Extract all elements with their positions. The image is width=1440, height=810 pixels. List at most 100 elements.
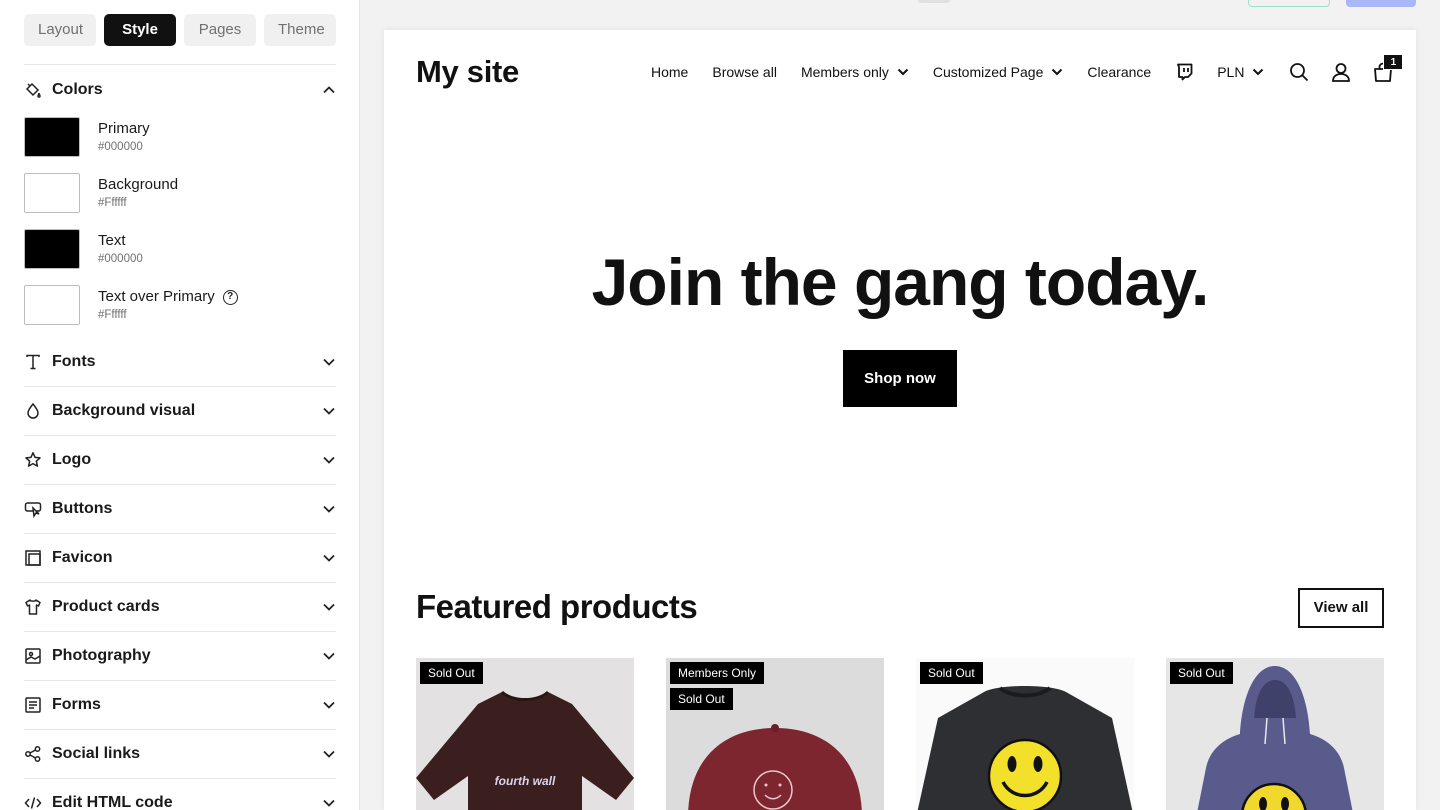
color-name: Background <box>98 176 179 193</box>
chevron-up-icon[interactable] <box>322 83 336 97</box>
nav-customized-page[interactable]: Customized Page <box>933 64 1064 80</box>
primary-action-button[interactable] <box>1346 0 1416 7</box>
members-only-badge: Members Only <box>670 662 765 684</box>
product-cards-section-header[interactable]: Product cards <box>24 583 336 631</box>
currency-selector[interactable]: PLN <box>1217 64 1264 80</box>
color-name: Primary <box>98 120 150 137</box>
star-icon <box>24 451 42 469</box>
section-label: Logo <box>52 451 92 468</box>
forms-section-header[interactable]: Forms <box>24 681 336 729</box>
site-preview: My site Home Browse all Members only Cus… <box>384 30 1416 810</box>
search-icon[interactable] <box>1288 61 1310 83</box>
color-hex: #000000 <box>98 253 143 265</box>
code-icon <box>24 794 42 810</box>
type-icon <box>24 353 42 371</box>
favicon-icon <box>24 549 42 567</box>
background-visual-section-header[interactable]: Background visual <box>24 387 336 435</box>
nav-label: Customized Page <box>932 64 1044 80</box>
product-card[interactable]: Members Only Sold Out <box>666 658 884 810</box>
product-card[interactable]: Sold Out <box>916 658 1134 810</box>
twitch-icon[interactable] <box>1175 61 1193 83</box>
chevron-down-icon[interactable] <box>322 698 336 712</box>
chevron-down-icon[interactable] <box>322 404 336 418</box>
site-nav: Home Browse all Members only Customized … <box>651 54 1414 86</box>
sold-out-badge: Sold Out <box>420 662 483 684</box>
divider <box>24 64 336 65</box>
chevron-down-icon <box>1253 68 1264 76</box>
tab-layout[interactable]: Layout <box>24 14 96 46</box>
section-label: Photography <box>52 647 151 664</box>
secondary-action-button[interactable] <box>1248 0 1330 7</box>
style-sidebar: Layout Style Pages Theme Colors Primary … <box>0 0 360 810</box>
shop-now-button[interactable]: Shop now <box>843 350 957 407</box>
color-row-text[interactable]: Text #000000 <box>24 228 336 270</box>
tab-theme[interactable]: Theme <box>264 14 336 46</box>
color-hex: #Ffffff <box>98 197 127 209</box>
logo-section-header[interactable]: Logo <box>24 436 336 484</box>
site-logo[interactable]: My site <box>416 54 519 90</box>
chevron-down-icon[interactable] <box>322 649 336 663</box>
edit-html-section-header[interactable]: Edit HTML code <box>24 779 336 810</box>
account-icon[interactable] <box>1330 61 1352 83</box>
editor-tabs: Layout Style Pages Theme <box>24 14 336 46</box>
section-label: Social links <box>52 745 141 762</box>
color-name: Text <box>98 232 126 249</box>
help-icon[interactable]: ? <box>222 289 238 305</box>
chevron-down-icon[interactable] <box>322 453 336 467</box>
nav-browse-all[interactable]: Browse all <box>712 64 777 80</box>
product-card[interactable]: Sold Out <box>1166 658 1384 810</box>
color-row-text-over-primary[interactable]: Text over Primary? #Ffffff <box>24 284 336 326</box>
cart-icon[interactable]: 1 <box>1372 54 1404 83</box>
chevron-down-icon[interactable] <box>322 355 336 369</box>
text-color-swatch[interactable] <box>24 229 80 269</box>
nav-members-only[interactable]: Members only <box>801 64 909 80</box>
primary-color-swatch[interactable] <box>24 117 80 157</box>
section-label: Product cards <box>52 598 160 615</box>
sold-out-badge: Sold Out <box>1170 662 1233 684</box>
photography-section-header[interactable]: Photography <box>24 632 336 680</box>
cart-count-badge: 1 <box>1383 54 1404 70</box>
pointer-button-icon <box>24 500 42 518</box>
hero-title: Join the gang today. <box>591 245 1210 319</box>
product-card[interactable]: fourth wall Sold Out <box>416 658 634 810</box>
chevron-down-icon[interactable] <box>322 502 336 516</box>
paint-bucket-icon <box>24 81 42 99</box>
section-label: Edit HTML code <box>52 794 173 810</box>
section-label: Background visual <box>52 402 196 419</box>
chevron-down-icon[interactable] <box>322 796 336 810</box>
chevron-down-icon[interactable] <box>322 747 336 761</box>
currency-label: PLN <box>1217 64 1245 80</box>
sold-out-badge: Sold Out <box>920 662 983 684</box>
tab-style[interactable]: Style <box>104 14 176 46</box>
background-color-swatch[interactable] <box>24 173 80 213</box>
buttons-section-header[interactable]: Buttons <box>24 485 336 533</box>
nav-home[interactable]: Home <box>651 64 688 80</box>
shirt-print-text: fourth wall <box>495 774 556 788</box>
nav-clearance[interactable]: Clearance <box>1087 64 1151 80</box>
chevron-down-icon <box>897 68 909 76</box>
color-row-background[interactable]: Background #Ffffff <box>24 172 336 214</box>
text-over-primary-color-swatch[interactable] <box>24 285 80 325</box>
color-hex: #000000 <box>98 141 143 153</box>
color-hex: #Ffffff <box>98 309 127 321</box>
section-label: Fonts <box>52 353 96 370</box>
chevron-down-icon[interactable] <box>322 600 336 614</box>
colors-section-header[interactable]: Colors <box>24 66 336 114</box>
form-icon <box>24 696 42 714</box>
color-name: Text over Primary <box>98 288 215 305</box>
chevron-down-icon[interactable] <box>322 551 336 565</box>
top-handle[interactable] <box>918 0 950 3</box>
favicon-section-header[interactable]: Favicon <box>24 534 336 582</box>
featured-products-title: Featured products <box>416 588 698 625</box>
image-icon <box>24 647 42 665</box>
social-links-section-header[interactable]: Social links <box>24 730 336 778</box>
colors-section-label: Colors <box>52 81 103 98</box>
view-all-button[interactable]: View all <box>1298 588 1384 628</box>
fonts-section-header[interactable]: Fonts <box>24 338 336 386</box>
color-row-primary[interactable]: Primary #000000 <box>24 116 336 158</box>
section-label: Favicon <box>52 549 113 566</box>
share-icon <box>24 745 42 763</box>
color-name-row: Text over Primary? <box>98 288 238 306</box>
shirt-icon <box>24 598 42 616</box>
tab-pages[interactable]: Pages <box>184 14 256 46</box>
